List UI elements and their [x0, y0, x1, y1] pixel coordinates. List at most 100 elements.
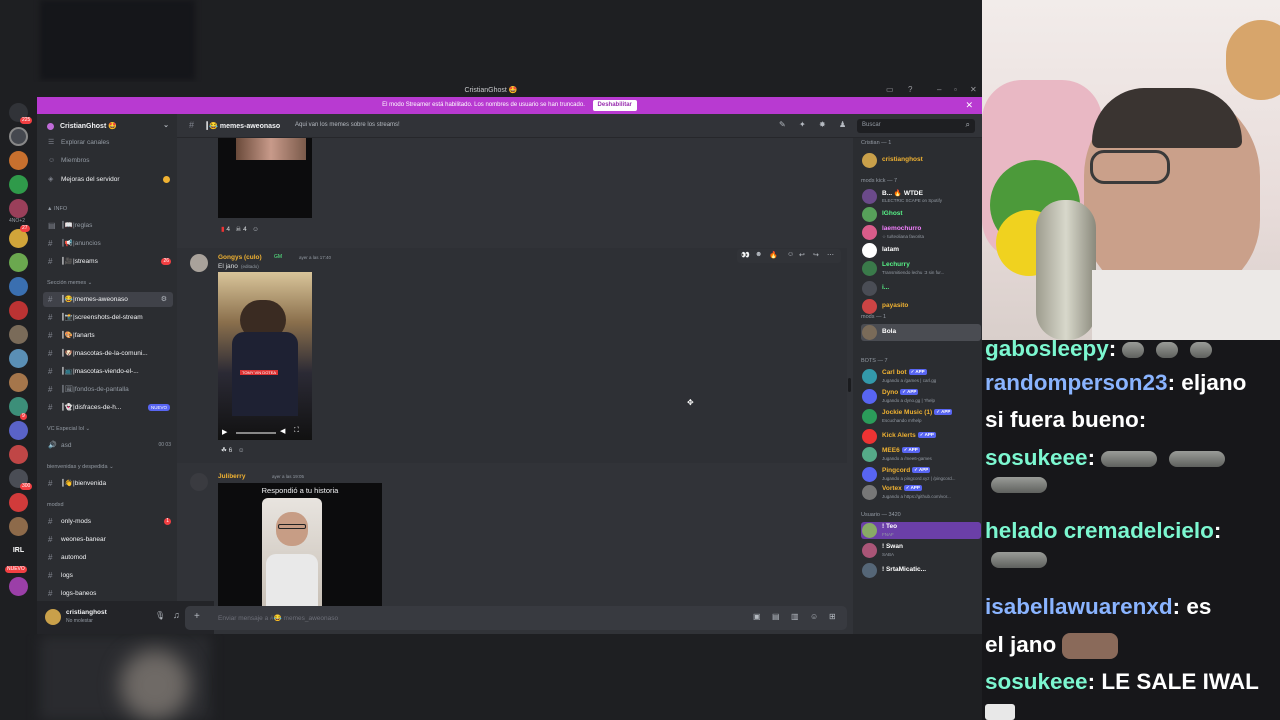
- channel-fanarts[interactable]: # ┃🎨|fanarts: [37, 328, 177, 343]
- story-reply[interactable]: Respondió a tu historia: [218, 483, 382, 606]
- help-icon[interactable]: ?: [908, 85, 912, 94]
- avatar[interactable]: [190, 254, 208, 272]
- video-progress[interactable]: [236, 432, 276, 434]
- channel-weones-banear[interactable]: # weones-banear: [37, 532, 177, 547]
- browse-channels[interactable]: ☰ Explorar canales: [37, 135, 177, 150]
- server-icon[interactable]: [9, 277, 28, 296]
- reaction-icon[interactable]: ☺: [787, 251, 794, 258]
- member-item[interactable]: IGhost: [861, 206, 981, 223]
- add-attachment-icon[interactable]: +: [194, 611, 200, 622]
- category-info[interactable]: ▲ INFO: [47, 206, 67, 212]
- search-input[interactable]: Buscar ⌕: [857, 119, 975, 133]
- video-player[interactable]: TOMY VIN DOTEA ▶ ◀ ⛶: [218, 272, 312, 440]
- channel-screenshots[interactable]: # ┃📸|screenshots-del-stream: [37, 310, 177, 325]
- maximize-button[interactable]: ▫: [954, 85, 957, 94]
- channel-mascotas-viendo[interactable]: # ┃📺|mascotas-viendo-el-...: [37, 364, 177, 379]
- server-icon[interactable]: [9, 151, 28, 170]
- gift-icon[interactable]: ▣: [753, 612, 761, 621]
- attachment-video[interactable]: [218, 138, 312, 218]
- member-item[interactable]: cristianghost: [861, 152, 981, 169]
- fire-icon[interactable]: 🔥: [769, 251, 778, 259]
- member-item[interactable]: laemochurro ☆ tu/teoliana favorita: [861, 224, 981, 241]
- volume-icon[interactable]: ◀: [280, 427, 285, 435]
- channel-automod[interactable]: # automod: [37, 550, 177, 565]
- microphone-icon[interactable]: 🎙: [155, 611, 165, 620]
- member-item[interactable]: Pingcord ✓ APP Jugando a pingcord.xyz | /p…: [861, 466, 981, 483]
- server-icon[interactable]: [9, 175, 28, 194]
- member-item[interactable]: Kick Alerts ✓ APP: [861, 428, 981, 445]
- minimize-button[interactable]: –: [937, 85, 941, 94]
- threads-icon[interactable]: ✎: [779, 120, 786, 129]
- message-author[interactable]: Juliberry: [218, 473, 245, 480]
- gif-icon[interactable]: ▤: [772, 612, 780, 621]
- channel-logs[interactable]: # logs: [37, 568, 177, 583]
- member-item[interactable]: B... 🔥 WTDE ELECTRIC SCAPE on Spotify: [861, 188, 981, 205]
- channel-logs-baneos[interactable]: # logs-baneos: [37, 586, 177, 601]
- forward-icon[interactable]: ↪: [813, 251, 819, 259]
- server-icon[interactable]: [9, 373, 28, 392]
- server-icon[interactable]: [9, 199, 28, 218]
- emoji-picker-icon[interactable]: ☺: [810, 612, 818, 621]
- category-mod[interactable]: modxd: [47, 502, 64, 508]
- channel-anuncios[interactable]: # ┃📢|anuncios: [37, 236, 177, 251]
- channel-mascotas[interactable]: # ┃🐶|mascotas-de-la-comuni...: [37, 346, 177, 361]
- channel-disfraces[interactable]: # ┃👻|disfraces-de-h... NUEVO: [37, 400, 177, 415]
- inbox-icon[interactable]: ▭: [886, 85, 894, 94]
- server-icon[interactable]: [9, 325, 28, 344]
- member-item[interactable]: latam: [861, 242, 981, 259]
- member-item[interactable]: Vortex ✓ APP Jugando a https://github.com/…: [861, 484, 981, 501]
- add-reaction-icon[interactable]: ☺: [252, 226, 259, 233]
- server-icon[interactable]: [9, 517, 28, 536]
- pin-icon[interactable]: ✸: [819, 120, 826, 129]
- channel-streams[interactable]: # ┃🎥|streams 26: [37, 254, 177, 269]
- server-icon[interactable]: [9, 421, 28, 440]
- emoji-icon[interactable]: ☻: [755, 251, 762, 258]
- channel-reglas[interactable]: ▤ ┃📖|reglas: [37, 218, 177, 233]
- server-icon[interactable]: [9, 127, 28, 146]
- headphones-icon[interactable]: ♫: [173, 610, 180, 620]
- member-item[interactable]: ! Teo FNAF: [861, 522, 981, 539]
- member-item[interactable]: MEE6 ✓ APP Jugando a /mee6-games: [861, 446, 981, 463]
- bell-icon[interactable]: ✦: [799, 120, 806, 129]
- server-icon[interactable]: [9, 577, 28, 596]
- voice-channel-asd[interactable]: 🔊 asd 00 03: [37, 438, 177, 453]
- server-icon[interactable]: [9, 493, 28, 512]
- reaction-count[interactable]: 4: [226, 226, 230, 233]
- member-item[interactable]: Jockie Music (1) ✓ APP Escuchando m!help: [861, 408, 981, 425]
- members-link[interactable]: ☺ Miembros: [37, 153, 177, 168]
- category-vc[interactable]: VC Especial lol ⌄: [47, 426, 90, 432]
- fullscreen-icon[interactable]: ⛶: [294, 427, 299, 435]
- close-window-button[interactable]: ✕: [970, 85, 977, 94]
- channel-fondos[interactable]: # ┃🖼|fondos-de-pantalla: [37, 382, 177, 397]
- members-icon[interactable]: ♟: [839, 120, 846, 129]
- member-item[interactable]: payasito: [861, 298, 981, 315]
- member-item[interactable]: Carl bot ✓ APP Jugando a /games | carl.gg: [861, 368, 981, 385]
- close-icon[interactable]: ✕: [965, 97, 973, 114]
- server-header[interactable]: CristianGhost 🤩 ⌄: [37, 114, 177, 134]
- reply-icon[interactable]: ↩: [799, 251, 805, 259]
- server-icon[interactable]: [9, 349, 28, 368]
- avatar[interactable]: [45, 609, 61, 625]
- member-item[interactable]: i...: [861, 280, 981, 297]
- message-composer[interactable]: + Enviar mensaje a #😂 memes_aweonaso ▣ ▤…: [185, 606, 847, 630]
- member-item[interactable]: Dyno ✓ APP Jugando a dyno.gg | ?help: [861, 388, 981, 405]
- member-item[interactable]: Lechurry Transmitiendo lechu :3 sin fur..…: [861, 260, 981, 277]
- channel-only-mods[interactable]: # only-mods 1: [37, 514, 177, 529]
- apps-icon[interactable]: ⊞: [829, 612, 836, 621]
- eyes-icon[interactable]: 👀: [741, 251, 750, 259]
- settings-icon[interactable]: ⚙: [161, 292, 167, 307]
- server-icon[interactable]: [9, 253, 28, 272]
- add-reaction-icon[interactable]: ☺: [238, 447, 245, 454]
- play-icon[interactable]: ▶: [222, 428, 227, 436]
- channel-memes-aweonaso[interactable]: # ┃😂|memes-aweonaso ⚙: [43, 292, 173, 307]
- message-author[interactable]: Gongys (culo): [218, 254, 262, 261]
- member-item[interactable]: Bola: [861, 324, 981, 341]
- member-item[interactable]: ! Swan SABA: [861, 542, 981, 559]
- server-icon-irl[interactable]: IRL: [9, 541, 28, 560]
- scrollbar-thumb[interactable]: [848, 378, 851, 392]
- reaction-count[interactable]: 4: [243, 226, 247, 233]
- avatar[interactable]: [190, 473, 208, 491]
- category-memes[interactable]: Sección memes ⌄: [47, 280, 92, 286]
- server-icon[interactable]: [9, 301, 28, 320]
- server-icon[interactable]: [9, 445, 28, 464]
